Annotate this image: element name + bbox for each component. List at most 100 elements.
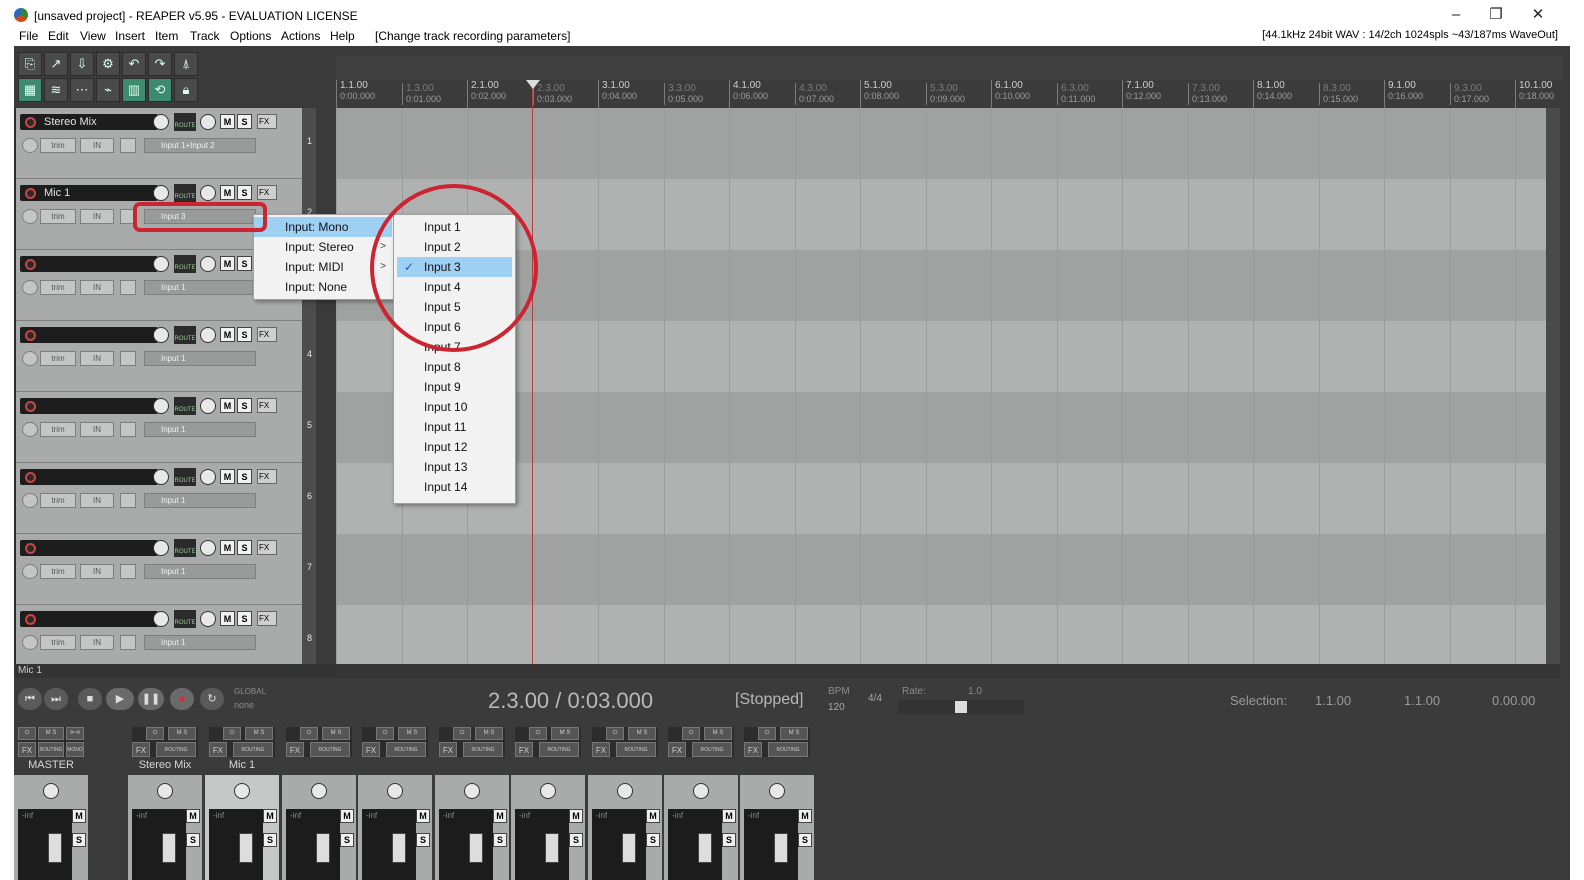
routing-button[interactable]: ROUTING	[156, 742, 196, 757]
monitor-icon[interactable]	[22, 564, 38, 579]
mono-icon[interactable]: ⊳⊲	[66, 727, 84, 740]
solo-button[interactable]: S	[263, 833, 277, 847]
mute-button[interactable]: M	[186, 809, 200, 823]
fx-button[interactable]: FX	[18, 742, 36, 757]
track-name[interactable]: Mic 1	[20, 185, 158, 201]
routing-button[interactable]: ROUTING	[38, 742, 64, 757]
volume-fader[interactable]	[239, 833, 253, 863]
monitor-icon[interactable]	[22, 280, 38, 295]
menu-item-input[interactable]: Input 8	[394, 357, 513, 377]
record-arm-button[interactable]	[25, 188, 36, 199]
mixer-strip[interactable]: ⏻ M S FX ROUTING Mic 1 -inf M S	[205, 725, 279, 880]
mute-button[interactable]: M	[220, 327, 235, 342]
track-name[interactable]	[20, 256, 158, 272]
solo-button[interactable]: S	[416, 833, 430, 847]
routing-button[interactable]: ROUTING	[692, 742, 732, 757]
mute-button[interactable]: M	[220, 469, 235, 484]
route-button[interactable]: ROUTE	[174, 184, 196, 202]
track-lane[interactable]	[336, 392, 1546, 463]
mixer-strip[interactable]: ⏻ M S FX ROUTING -inf M S	[588, 725, 662, 880]
track-lane[interactable]	[336, 108, 1546, 179]
mute-button[interactable]: M	[416, 809, 430, 823]
input-selector[interactable]: Input 1	[144, 351, 256, 366]
pan-knob[interactable]	[200, 256, 216, 272]
project-settings-icon[interactable]: ⚙	[96, 52, 120, 76]
input-selector[interactable]: Input 1	[144, 635, 256, 650]
routing-button[interactable]: ROUTING	[616, 742, 656, 757]
monitor-icon[interactable]	[22, 209, 38, 224]
mute-button[interactable]: M	[263, 809, 277, 823]
volume-knob[interactable]	[153, 256, 169, 272]
pan-knob[interactable]	[200, 185, 216, 201]
menu-view[interactable]: View	[80, 29, 106, 43]
rate-slider-handle[interactable]	[955, 701, 967, 713]
menu-item-input[interactable]: Input 12	[394, 437, 513, 457]
ripple-edit-icon[interactable]: ≋	[44, 78, 68, 102]
mixer-strip[interactable]: ⏻ M S FX ROUTING -inf M S	[435, 725, 509, 880]
volume-fader[interactable]	[469, 833, 483, 863]
phase-icon[interactable]	[120, 280, 136, 295]
new-project-icon[interactable]: ⎘	[18, 52, 42, 76]
menu-edit[interactable]: Edit	[48, 29, 69, 43]
input-monitor-button[interactable]: IN	[80, 209, 114, 224]
solo-button[interactable]: S	[493, 833, 507, 847]
volume-fader[interactable]	[162, 833, 176, 863]
track-lane[interactable]	[336, 605, 1546, 664]
phase-icon[interactable]	[120, 564, 136, 579]
mono-button[interactable]: MONO	[66, 742, 84, 757]
time-signature[interactable]: 4/4	[868, 693, 882, 704]
track-7[interactable]: ROUTE M S FX trim IN Input 1 7	[16, 534, 312, 605]
record-arm-button[interactable]	[25, 330, 36, 341]
menu-item-input[interactable]: Input 11	[394, 417, 513, 437]
pan-knob[interactable]	[157, 783, 173, 799]
playhead-marker[interactable]	[526, 80, 540, 89]
mixer-strip[interactable]: ⏻ M S FX ROUTING -inf M S	[358, 725, 432, 880]
menu-item-input-mono[interactable]: Input: Mono	[254, 217, 392, 237]
fx-button[interactable]: FX	[286, 742, 304, 757]
pan-knob[interactable]	[200, 398, 216, 414]
mute-button[interactable]: M	[220, 114, 235, 129]
input-selector[interactable]: Input 1	[144, 280, 256, 295]
power-icon[interactable]: ⏻	[606, 727, 624, 740]
edit-cursor[interactable]	[532, 82, 533, 664]
monitor-icon[interactable]	[22, 635, 38, 650]
monitor-icon[interactable]	[22, 493, 38, 508]
solo-button[interactable]: S	[237, 540, 252, 555]
power-icon[interactable]: ⏻	[758, 727, 776, 740]
route-button[interactable]: ROUTE	[174, 468, 196, 486]
input-selector[interactable]: Input 1	[144, 564, 256, 579]
route-button[interactable]: ROUTE	[174, 255, 196, 273]
menu-item-input[interactable]: Input 13	[394, 457, 513, 477]
route-button[interactable]: ROUTE	[174, 610, 196, 628]
volume-fader[interactable]	[622, 833, 636, 863]
power-icon[interactable]: ⏻	[682, 727, 700, 740]
phase-icon[interactable]	[120, 422, 136, 437]
selection-end[interactable]: 1.1.00	[1404, 693, 1440, 708]
ms-mini[interactable]: M S	[38, 727, 64, 740]
routing-button[interactable]: ROUTING	[233, 742, 273, 757]
input-selector[interactable]: Input 1+Input 2	[144, 138, 256, 153]
close-button[interactable]: ✕	[1518, 4, 1558, 26]
power-icon[interactable]: ⏻	[453, 727, 471, 740]
volume-fader[interactable]	[774, 833, 788, 863]
routing-button[interactable]: ROUTING	[386, 742, 426, 757]
power-icon[interactable]: ⏻	[529, 727, 547, 740]
menu-insert[interactable]: Insert	[115, 29, 145, 43]
mixer-strip[interactable]: ⏻ M S FX ROUTING Stereo Mix -inf M S	[128, 725, 202, 880]
bpm-value[interactable]: 120	[828, 702, 845, 713]
track-name[interactable]	[20, 469, 158, 485]
fx-button[interactable]: FX	[439, 742, 457, 757]
mixer-strip-master[interactable]: ⏻ M S ⊳⊲ FX ROUTING MONO MASTER -inf M S	[14, 725, 88, 880]
record-button[interactable]: ●	[170, 688, 194, 710]
mixer-strip[interactable]: ⏻ M S FX ROUTING -inf M S	[740, 725, 814, 880]
route-button[interactable]: ROUTE	[174, 113, 196, 131]
fx-button[interactable]: FX	[362, 742, 380, 757]
snap-icon[interactable]: ⋯	[70, 78, 94, 102]
solo-button[interactable]: S	[237, 398, 252, 413]
repeat-button[interactable]: ↻	[200, 688, 224, 710]
track-8[interactable]: ROUTE M S FX trim IN Input 1 8	[16, 605, 312, 665]
fx-button[interactable]: FX	[257, 114, 277, 129]
input-monitor-button[interactable]: IN	[80, 280, 114, 295]
fx-button[interactable]: FX	[257, 611, 277, 626]
pan-knob[interactable]	[200, 469, 216, 485]
